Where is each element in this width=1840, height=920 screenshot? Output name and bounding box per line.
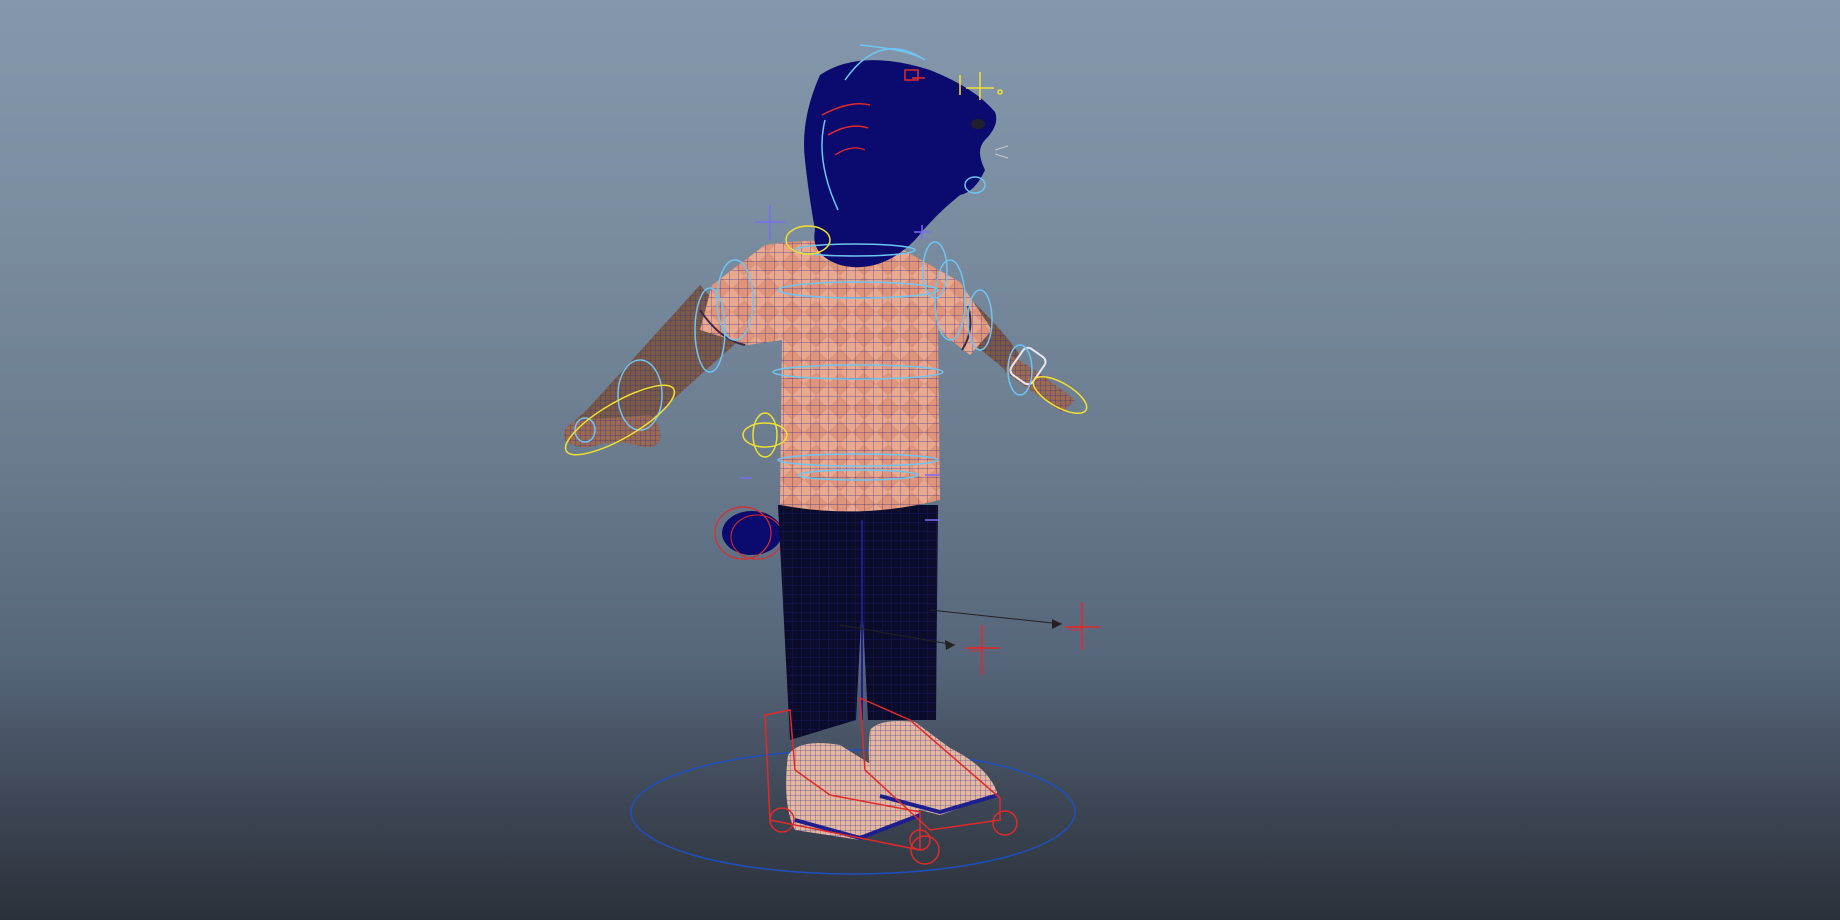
tail[interactable] xyxy=(714,506,784,560)
pole-vector-knee-right[interactable]: ctrl xyxy=(929,602,1100,650)
right-shoe[interactable] xyxy=(868,721,999,815)
eye xyxy=(971,119,985,129)
head[interactable] xyxy=(804,60,1009,268)
pants[interactable] xyxy=(778,505,938,740)
locator-label: ctrl xyxy=(1070,623,1082,633)
maya-3d-viewport[interactable]: ctrl ctrl xyxy=(0,0,1840,920)
locator-label: ctrl xyxy=(970,644,982,654)
viewport-canvas[interactable]: ctrl ctrl xyxy=(0,0,1840,920)
